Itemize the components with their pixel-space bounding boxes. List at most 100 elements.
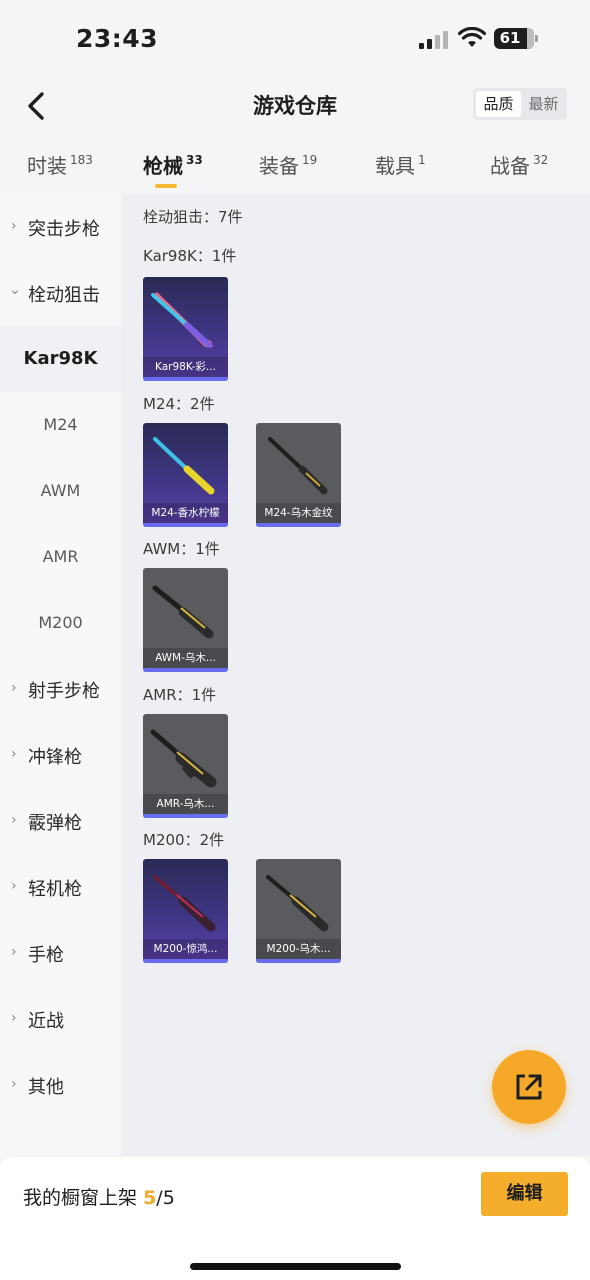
tab-label: 战备 xyxy=(490,154,530,178)
summary-count: 栓动狙击：7件 xyxy=(143,208,243,226)
tab-count: 32 xyxy=(533,153,549,167)
showcase-current-count: 5 xyxy=(143,1187,157,1209)
skin-name: M24-乌木金纹 xyxy=(256,503,341,523)
sidebar-item-label: 冲锋枪 xyxy=(28,747,82,768)
tab-guns[interactable]: 枪械 33 xyxy=(143,150,203,179)
rarity-bar xyxy=(143,377,228,381)
sidebar-item-marksman-rifle[interactable]: › 射手步枪 xyxy=(0,656,121,722)
sidebar-item-pistol[interactable]: › 手枪 xyxy=(0,920,121,986)
skin-name: M24-香水柠檬 xyxy=(143,503,228,523)
showcase-total: /5 xyxy=(156,1187,175,1209)
chevron-right-icon: › xyxy=(11,1010,17,1026)
skin-name: AMR-乌木... xyxy=(143,794,228,814)
chevron-right-icon: › xyxy=(11,878,17,894)
sidebar-item-label: 栓动狙击 xyxy=(28,285,100,306)
tab-supplies[interactable]: 战备 32 xyxy=(490,150,548,179)
rarity-bar xyxy=(143,959,228,963)
wifi-icon xyxy=(458,27,486,47)
battery-level: 61 xyxy=(499,29,521,47)
sidebar-item-shotgun[interactable]: › 霰弹枪 xyxy=(0,788,121,854)
skin-name: AWM-乌木... xyxy=(143,648,228,668)
sidebar-item-smg[interactable]: › 冲锋枪 xyxy=(0,722,121,788)
sidebar-subitem-m24[interactable]: M24 xyxy=(0,392,121,458)
skin-card[interactable]: Kar98K-彩... xyxy=(143,277,228,381)
rifle-skin-icon xyxy=(153,875,216,932)
sidebar-item-assault-rifle[interactable]: › 突击步枪 xyxy=(0,194,121,260)
sidebar-subitem-awm[interactable]: AWM xyxy=(0,458,121,524)
group-title: M24：2件 xyxy=(143,395,215,413)
battery-icon: 61 xyxy=(494,28,538,49)
nav-header: 游戏仓库 品质 最新 xyxy=(0,78,590,134)
rarity-bar xyxy=(143,523,228,527)
tab-fashion[interactable]: 时装 183 xyxy=(27,150,93,179)
rifle-skin-icon xyxy=(151,292,213,348)
showcase-bar: 我的橱窗上架 5/5 编辑 xyxy=(0,1157,590,1280)
sidebar-item-label: 射手步枪 xyxy=(28,681,100,702)
sidebar-subitem-amr[interactable]: AMR xyxy=(0,524,121,590)
rifle-skin-icon xyxy=(268,437,328,495)
group-title: M200：2件 xyxy=(143,831,225,849)
rarity-bar xyxy=(256,523,341,527)
showcase-text: 我的橱窗上架 xyxy=(23,1187,138,1209)
edit-button[interactable]: 编辑 xyxy=(481,1172,568,1216)
tab-label: 载具 xyxy=(375,154,415,178)
home-indicator[interactable] xyxy=(190,1263,401,1270)
share-button[interactable] xyxy=(492,1050,566,1124)
sort-quality-button[interactable]: 品质 xyxy=(476,91,521,117)
tab-label: 时装 xyxy=(27,154,67,178)
status-bar: 23:43 61 xyxy=(0,0,590,78)
sidebar-item-label: 近战 xyxy=(28,1011,64,1032)
tab-label: 枪械 xyxy=(143,154,183,178)
rifle-skin-icon xyxy=(266,875,329,932)
status-time: 23:43 xyxy=(76,24,159,53)
tab-vehicles[interactable]: 载具 1 xyxy=(375,150,426,179)
tab-equipment[interactable]: 装备 19 xyxy=(259,150,317,179)
sidebar-subitem-m200[interactable]: M200 xyxy=(0,590,121,656)
skin-card[interactable]: M200-乌木... xyxy=(256,859,341,963)
skin-name: Kar98K-彩... xyxy=(143,357,228,377)
sidebar-item-label: 霰弹枪 xyxy=(28,813,82,834)
skin-card[interactable]: M24-香水柠檬 xyxy=(143,423,228,527)
sidebar-item-label: 其他 xyxy=(28,1077,64,1098)
rifle-skin-icon xyxy=(153,437,215,495)
chevron-down-icon: ⌄ xyxy=(9,282,21,298)
sidebar-item-label: 轻机枪 xyxy=(28,879,82,900)
chevron-right-icon: › xyxy=(11,812,17,828)
sort-latest-button[interactable]: 最新 xyxy=(521,91,566,117)
sidebar-item-label: 手枪 xyxy=(28,945,64,966)
rarity-bar xyxy=(143,814,228,818)
tab-label: 装备 xyxy=(259,154,299,178)
tab-count: 183 xyxy=(70,153,93,167)
category-tabs: 时装 183 枪械 33 装备 19 载具 1 战备 32 xyxy=(0,138,590,194)
chevron-right-icon: › xyxy=(11,944,17,960)
chevron-right-icon: › xyxy=(11,1076,17,1092)
rarity-bar xyxy=(143,668,228,672)
group-title: AWM：1件 xyxy=(143,540,220,558)
sidebar-item-other[interactable]: › 其他 xyxy=(0,1052,121,1118)
group-title: Kar98K：1件 xyxy=(143,247,237,265)
sidebar-item-melee[interactable]: › 近战 xyxy=(0,986,121,1052)
sort-toggle: 品质 最新 xyxy=(473,88,567,120)
tab-count: 1 xyxy=(418,153,426,167)
sidebar-item-lmg[interactable]: › 轻机枪 xyxy=(0,854,121,920)
skin-card[interactable]: M200-惊鸿... xyxy=(143,859,228,963)
sidebar-item-label: 突击步枪 xyxy=(28,219,100,240)
weapon-category-sidebar: › 突击步枪 ⌄ 栓动狙击 Kar98K M24 AWM AMR M200 › … xyxy=(0,194,121,1156)
sidebar-subitem-kar98k[interactable]: Kar98K xyxy=(0,326,121,392)
chevron-right-icon: › xyxy=(11,680,17,696)
skin-name: M200-惊鸿... xyxy=(143,939,228,959)
share-icon xyxy=(516,1074,542,1100)
skin-card[interactable]: M24-乌木金纹 xyxy=(256,423,341,527)
tab-count: 19 xyxy=(302,153,318,167)
skin-card[interactable]: AWM-乌木... xyxy=(143,568,228,672)
showcase-label: 我的橱窗上架 5/5 xyxy=(23,1183,175,1210)
rifle-skin-icon xyxy=(150,729,217,788)
rarity-bar xyxy=(256,959,341,963)
skin-name: M200-乌木... xyxy=(256,939,341,959)
active-tab-indicator xyxy=(155,184,177,188)
chevron-right-icon: › xyxy=(11,746,17,762)
skin-card[interactable]: AMR-乌木... xyxy=(143,714,228,818)
group-title: AMR：1件 xyxy=(143,686,217,704)
rifle-skin-icon xyxy=(152,585,214,639)
sidebar-item-bolt-sniper[interactable]: ⌄ 栓动狙击 xyxy=(0,260,121,326)
